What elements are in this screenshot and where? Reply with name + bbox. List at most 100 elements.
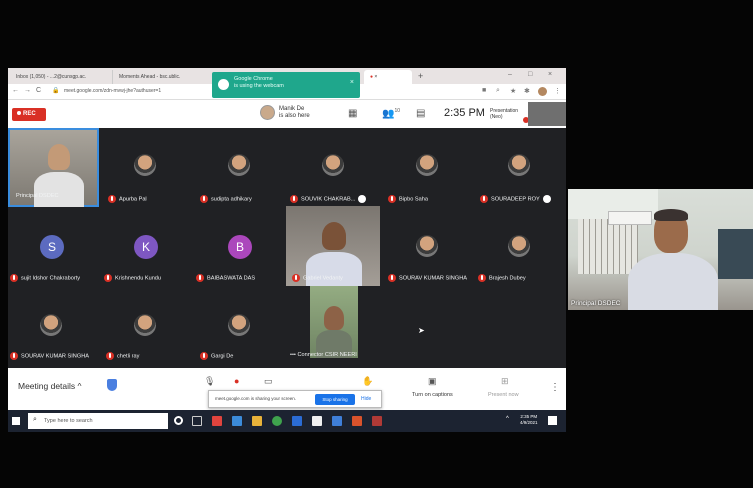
tray-chevron-icon[interactable]: ^ [506,416,509,422]
app-icon[interactable] [372,416,382,426]
people-icon[interactable]: 👥10 [382,108,400,119]
browser-tab-meet-active[interactable]: ● × [364,70,412,84]
close-window-button[interactable]: × [548,71,552,78]
windows-taskbar: ⌕ Type here to search ^ 2:35 PM 4/9/2021 [8,410,566,432]
app-icon[interactable] [212,416,222,426]
mouse-cursor-icon: ➤ [418,326,425,335]
chevron-up-icon: ^ [77,381,82,391]
chrome-icon[interactable] [272,416,282,426]
mic-off-icon [200,195,208,203]
avatar [416,154,438,176]
participant-name: BAIBASWATA DAS [196,274,255,282]
participant-name: SOUVIK CHAKRAB... [290,195,367,203]
file-explorer-icon[interactable] [252,416,262,426]
meeting-details-button[interactable]: Meeting details ^ [18,381,82,391]
participant-tile[interactable]: Gabriel Vedanty [286,206,380,286]
recording-dot-icon: ● [370,74,374,80]
recording-badge: REC [12,108,46,121]
mic-icon[interactable]: 🎙 [204,376,215,387]
notification-title: Google Chrome [234,76,273,82]
maximize-button[interactable]: □ [528,71,532,78]
avatar: B [228,235,252,259]
presentation-subtitle: (Neo) [490,114,503,120]
browser-menu-icon[interactable]: ⋮ [554,87,561,95]
presentation-thumbnail[interactable] [528,102,566,126]
participant-count: 10 [394,108,401,114]
search-icon: ⌕ [33,416,37,423]
video-person-hair [654,209,688,221]
profile-avatar[interactable] [538,87,547,96]
captions-icon[interactable]: ▣ [428,376,437,387]
screen: Inbox (1,050) - ...2@cunsgp.ac. Moments … [0,0,753,488]
participant-tile[interactable] [310,286,358,358]
chrome-icon [218,79,229,90]
participant-name: Apurba Pal [108,195,147,203]
cortana-icon[interactable] [174,416,183,425]
avatar [228,154,250,176]
camera-icon[interactable]: ▭ [264,376,273,387]
mic-off-icon [200,352,208,360]
back-icon[interactable]: ← [12,87,19,94]
pin-icon[interactable] [358,195,367,203]
browser-tab-moments[interactable]: Moments Ahead - bsc.ublic. [112,70,212,84]
participant-name: chetli ray [106,352,139,360]
participant-tile[interactable]: Principal DSDEC [8,128,99,207]
shield-icon[interactable] [107,379,117,391]
avatar [228,314,250,336]
stop-sharing-button[interactable]: Stop sharing [315,394,355,405]
participant-video-face [324,306,344,330]
presentation-label: Presentation (Neo) [490,108,518,120]
mic-off-icon [10,274,18,282]
meet-top-bar: REC Manik De is also here ▦ 👥10 ▤ 2:35 P… [8,100,566,128]
chat-icon[interactable]: ▤ [416,108,425,119]
present-icon[interactable]: ⊞ [501,376,509,387]
meeting-clock: 2:35 PM [444,107,485,119]
end-call-icon[interactable]: ● [234,376,239,386]
participant-name: sujit Idshor Chakraborty [10,274,80,282]
grid-layout-icon[interactable]: ▦ [348,108,357,119]
mic-off-icon [388,274,396,282]
side-video-feed: Principal DSDEC [568,189,753,310]
participant-name: SOURAV KUMAR SINGHA [10,352,89,360]
mail-icon[interactable] [332,416,342,426]
notification-icon[interactable] [548,416,557,425]
task-view-icon[interactable] [192,416,202,426]
store-icon[interactable] [312,416,322,426]
mic-off-icon [196,274,204,282]
recording-label: REC [23,111,36,117]
browser-tab-inbox[interactable]: Inbox (1,050) - ...2@cunsgp.ac. [10,70,110,84]
more-options-icon[interactable]: ⋮ [550,382,560,393]
zoom-icon[interactable]: ⌕ [496,87,500,95]
forward-icon[interactable]: → [24,87,31,94]
presenter-info: Manik De is also here [279,106,310,120]
windows-start-icon[interactable] [12,417,20,425]
present-label[interactable]: Present now [488,392,519,398]
captions-label[interactable]: Turn on captions [412,392,453,398]
taskbar-search-box[interactable]: ⌕ Type here to search [28,413,168,429]
camera-indicator-icon[interactable]: ■ [482,87,486,94]
app-icon[interactable] [292,416,302,426]
raise-hand-icon[interactable]: ✋ [362,376,373,387]
bookmark-star-icon[interactable]: ★ [510,87,516,95]
reload-icon[interactable]: C [36,87,41,94]
avatar: S [40,235,64,259]
pin-icon[interactable] [542,195,551,203]
system-clock[interactable]: 2:35 PM 4/9/2021 [520,414,538,426]
avatar [416,235,438,257]
participant-name: Bipbo Saha [388,195,428,203]
notification-message: is using the webcam [234,83,284,89]
url-field[interactable]: meet.google.com/zdn-mvwj-jhe?authuser=1 [64,88,161,94]
mic-off-icon [292,274,300,282]
app-icon[interactable] [232,416,242,426]
search-placeholder: Type here to search [44,418,93,424]
minimize-button[interactable]: – [508,71,512,78]
extension-icon[interactable]: ✱ [524,87,530,95]
hide-button[interactable]: Hide [361,396,371,402]
participant-name: Principal DSDEC [16,193,59,199]
new-tab-button[interactable]: + [418,71,423,81]
mic-off-icon [480,195,488,203]
mic-off-icon [10,352,18,360]
more-options-icon[interactable]: ••• [290,352,296,358]
notification-close-icon[interactable]: × [350,79,354,86]
app-icon[interactable] [352,416,362,426]
